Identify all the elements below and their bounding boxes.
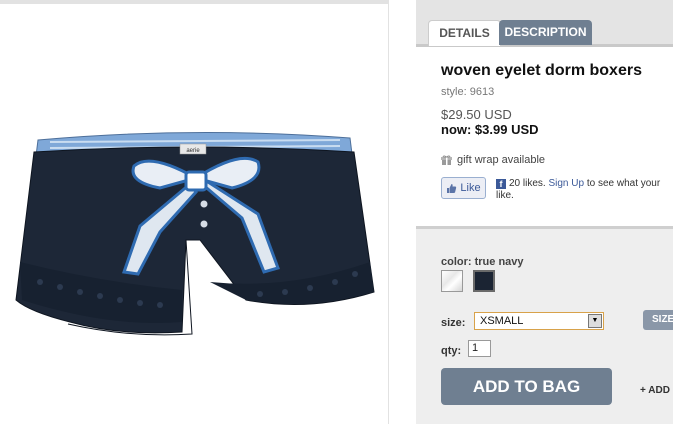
sale-price: now: $3.99 USD xyxy=(441,122,539,137)
facebook-like-button[interactable]: Like xyxy=(441,177,486,199)
color-swatch-true-navy[interactable] xyxy=(473,270,495,292)
gift-wrap-label: gift wrap available xyxy=(457,154,546,166)
product-info-panel: DETAILS DESCRIPTION woven eyelet dorm bo… xyxy=(416,0,673,424)
tab-description[interactable]: DESCRIPTION xyxy=(499,20,592,45)
size-label: size: xyxy=(441,317,466,329)
thumbs-up-icon xyxy=(447,183,457,193)
add-to-bag-button[interactable]: ADD TO BAG xyxy=(441,368,612,405)
size-chart-button[interactable]: SIZE xyxy=(643,310,673,330)
gift-icon xyxy=(441,154,452,165)
color-swatch-white[interactable] xyxy=(441,270,463,292)
product-image-panel: aerie xyxy=(0,0,389,424)
purchase-options-panel: color: true navy size: XSMALL ▼ SIZE qty… xyxy=(416,226,673,424)
svg-text:aerie: aerie xyxy=(186,148,200,154)
original-price: $29.50 USD xyxy=(441,107,512,122)
likes-rest-text: to see what your xyxy=(584,178,661,189)
facebook-like-count: f 20 likes. Sign Up to see what your like… xyxy=(496,178,673,202)
likes-rest-text-2: like. xyxy=(496,190,514,201)
add-to-wishlist-link[interactable]: + ADD xyxy=(640,385,670,396)
color-label: color: true navy xyxy=(441,256,524,268)
gift-wrap-notice: gift wrap available xyxy=(441,154,545,166)
like-label: Like xyxy=(460,182,481,194)
facebook-icon: f xyxy=(496,179,506,189)
product-style-number: style: 9613 xyxy=(441,86,495,98)
dropdown-arrow-icon[interactable]: ▼ xyxy=(588,314,602,328)
tab-details[interactable]: DETAILS xyxy=(428,20,501,46)
product-title: woven eyelet dorm boxers xyxy=(441,62,642,79)
likes-count-text: 20 likes. xyxy=(509,178,546,189)
facebook-signup-link[interactable]: Sign Up xyxy=(548,178,584,189)
size-select[interactable]: XSMALL ▼ xyxy=(474,312,604,330)
size-selected-value: XSMALL xyxy=(480,315,524,327)
qty-label: qty: xyxy=(441,345,462,357)
product-image[interactable]: aerie xyxy=(10,122,380,342)
tabs-bar: DETAILS DESCRIPTION xyxy=(416,0,673,47)
quantity-input[interactable]: 1 xyxy=(468,340,491,357)
